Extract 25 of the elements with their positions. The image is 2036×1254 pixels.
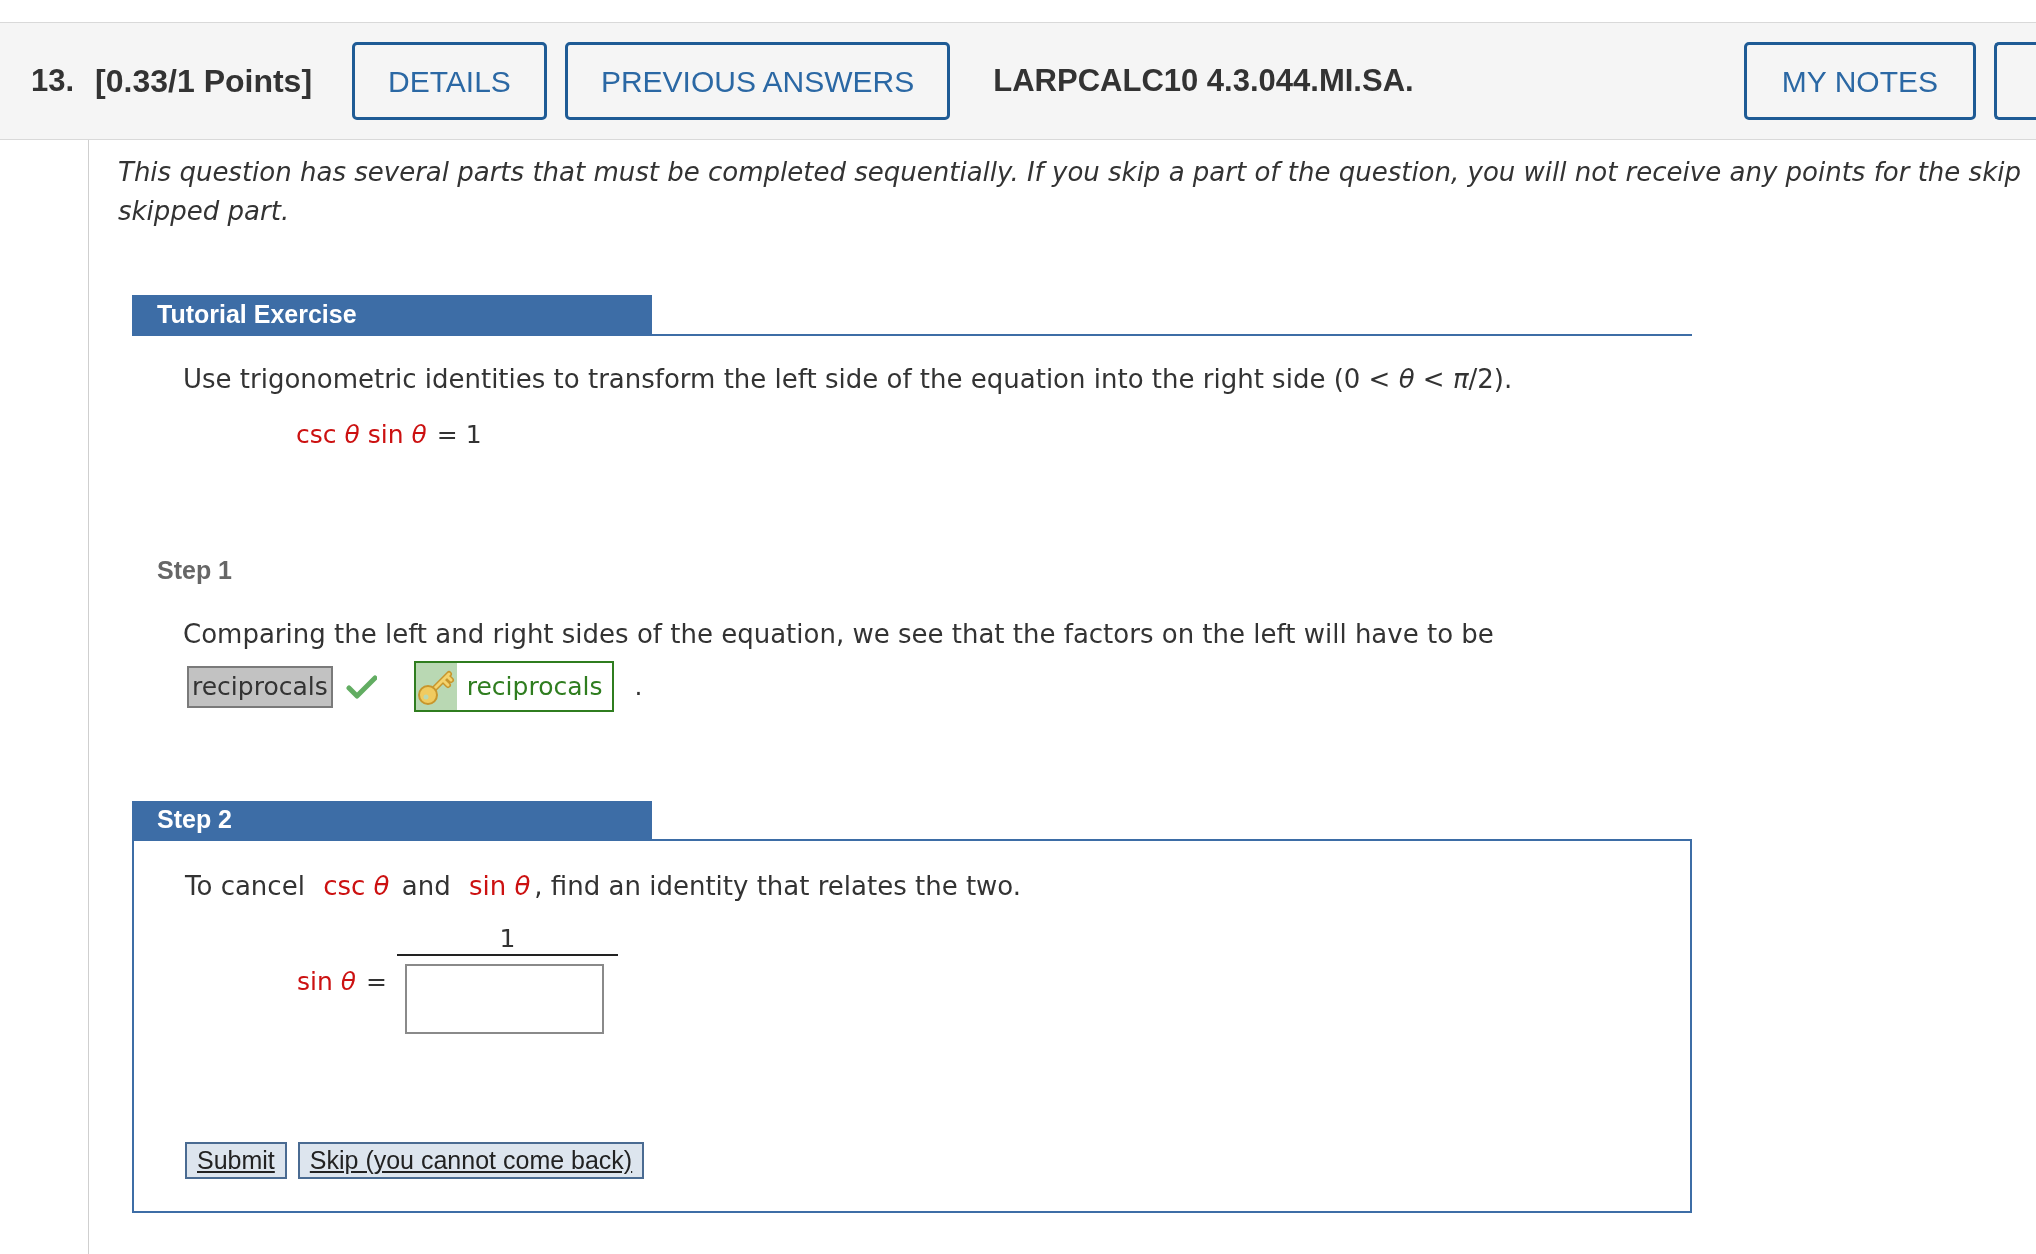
submit-button[interactable]: Submit (185, 1142, 287, 1179)
answer-input-field[interactable] (405, 964, 604, 1034)
previous-answers-button[interactable]: PREVIOUS ANSWERS (564, 42, 951, 120)
equation: csc θ sin θ = 1 (296, 419, 482, 451)
cut-off-button[interactable] (1994, 42, 2036, 120)
step-prompt: Comparing the left and right sides of the equation, we see that the factors on the left will have to be (183, 618, 1494, 651)
key-icon (415, 663, 457, 710)
formula-label: sin θ = (297, 967, 387, 997)
sentence-end: . (634, 670, 643, 703)
points-text: [0.33/1 Points] (95, 62, 313, 101)
section-heading: Tutorial Exercise (132, 295, 652, 334)
details-button[interactable]: DETAILS (352, 42, 547, 120)
numerator: 1 (499, 924, 516, 954)
instruction-text: Use trigonometric identities to transform the left side of the equation into the right side (0 < θ < π/2). (183, 363, 1513, 396)
question-id: LARPCALC10 4.3.044.MI.SA. (993, 61, 1414, 100)
step-title: Step 1 (157, 555, 233, 585)
intro-text: This question has several parts that must be completed sequentially. If you skip a part of the question, you will not receive any points for the skip (118, 156, 2021, 189)
answer-key-text: reciprocals (465, 670, 604, 703)
question-number: 13. (31, 61, 75, 100)
submitted-answer-field: reciprocals (187, 665, 333, 708)
my-notes-button[interactable]: MY NOTES (1743, 42, 1976, 120)
section-heading: Step 2 (132, 801, 652, 839)
intro-text: skipped part. (118, 195, 290, 228)
step-prompt: To cancel csc θ and sin θ, find an identity that relates the two. (185, 870, 1022, 903)
skip-button[interactable]: Skip (you cannot come back) (297, 1142, 645, 1179)
